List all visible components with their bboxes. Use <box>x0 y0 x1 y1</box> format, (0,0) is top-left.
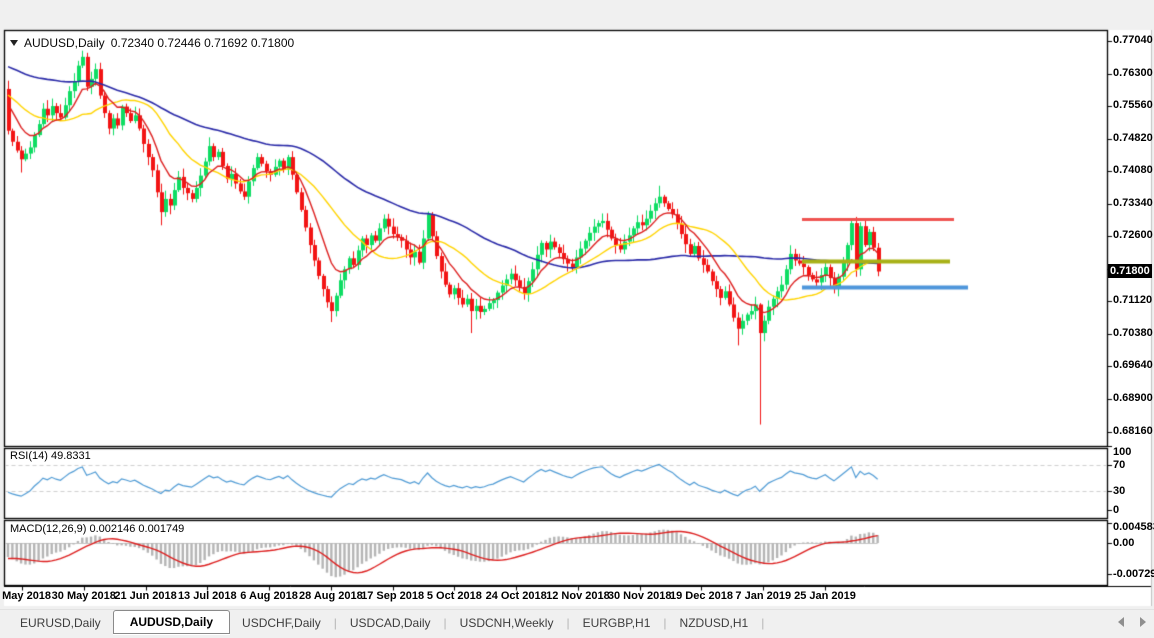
chart-tab-usdcnh-weekly[interactable]: USDCNH,Weekly <box>448 612 566 634</box>
chart-tab-eurusd-daily[interactable]: EURUSD,Daily <box>8 612 113 634</box>
date-axis-label: 19 Dec 2018 <box>670 590 733 602</box>
date-axis-label: 21 Jun 2018 <box>114 590 176 602</box>
chart-tab-audusd-daily[interactable]: AUDUSD,Daily <box>113 610 230 634</box>
chart-title: AUDUSD,Daily 0.72340 0.72446 0.71692 0.7… <box>10 36 294 50</box>
price-axis-label: 0.76300 <box>1113 67 1153 79</box>
current-price-tag: 0.71800 <box>1108 264 1152 278</box>
chart-tab-usdchf-daily[interactable]: USDCHF,Daily <box>230 612 333 634</box>
macd-name: MACD(12,26,9) <box>10 523 86 535</box>
date-axis-label: 24 Oct 2018 <box>486 590 547 602</box>
date-axis-label: 7 Jan 2019 <box>735 590 791 602</box>
rsi-axis-label: 30 <box>1113 485 1125 497</box>
date-axis-label: 30 Nov 2018 <box>608 590 672 602</box>
price-axis-label: 0.73340 <box>1113 197 1153 209</box>
date-axis-label: 30 May 2018 <box>52 590 116 602</box>
macd-axis-label: 0.004583 <box>1113 521 1154 533</box>
price-axis-label: 0.71120 <box>1113 294 1152 306</box>
date-axis-label: 12 Nov 2018 <box>546 590 610 602</box>
chart-dropdown-icon[interactable] <box>10 40 18 46</box>
macd-axis-label: -0.007292 <box>1113 568 1154 580</box>
chart-tab-bar: EURUSD,DailyAUDUSD,DailyUSDCHF,Daily | USD… <box>0 609 1154 636</box>
chart-symbol: AUDUSD,Daily <box>24 36 105 50</box>
chart-tab-usdcad-daily[interactable]: USDCAD,Daily <box>338 612 443 634</box>
date-axis-label: 6 Aug 2018 <box>240 590 298 602</box>
macd-indicator-label: MACD(12,26,9) 0.002146 0.001749 <box>10 523 184 535</box>
date-axis-label: 8 May 2018 <box>0 590 51 602</box>
macd-values: 0.002146 0.001749 <box>89 523 184 535</box>
price-axis-label: 0.72600 <box>1113 229 1153 241</box>
price-axis-label: 0.74820 <box>1113 132 1153 144</box>
price-axis-label: 0.69640 <box>1113 359 1153 371</box>
rsi-value: 49.8331 <box>51 450 91 462</box>
date-axis-label: 5 Oct 2018 <box>427 590 482 602</box>
price-axis-label: 0.70380 <box>1113 327 1153 339</box>
chart-tab-eurgbp-h1[interactable]: EURGBP,H1 <box>571 612 663 634</box>
price-axis-label: 0.75560 <box>1113 99 1153 111</box>
mt4-window: H4D1W1MN AUDUSD,Daily 0.72340 0.72446 0.… <box>0 0 1154 638</box>
chart-ohlc-values: 0.72340 0.72446 0.71692 0.71800 <box>111 36 295 50</box>
chart-tab-nzdusd-h1[interactable]: NZDUSD,H1 <box>668 612 761 634</box>
date-axis-label: 13 Jul 2018 <box>178 590 237 602</box>
tab-scroll-right-icon[interactable] <box>1140 617 1146 627</box>
macd-axis-label: 0.00 <box>1113 537 1134 549</box>
price-axis-label: 0.68160 <box>1113 425 1153 437</box>
rsi-axis-label: 0 <box>1113 504 1119 516</box>
date-axis-label: 28 Aug 2018 <box>299 590 363 602</box>
rsi-name: RSI(14) <box>10 450 48 462</box>
date-axis-label: 25 Jan 2019 <box>794 590 856 602</box>
tab-scroll-left-icon[interactable] <box>1118 617 1124 627</box>
rsi-indicator-label: RSI(14) 49.8331 <box>10 450 91 462</box>
rsi-axis-label: 70 <box>1113 459 1125 471</box>
chart-canvas[interactable] <box>0 0 1154 638</box>
rsi-axis-label: 100 <box>1113 446 1131 458</box>
tab-separator: | <box>760 616 765 630</box>
date-axis-label: 17 Sep 2018 <box>361 590 424 602</box>
price-axis-label: 0.74080 <box>1113 164 1153 176</box>
price-axis-label: 0.77040 <box>1113 34 1153 46</box>
price-axis-label: 0.68900 <box>1113 392 1153 404</box>
